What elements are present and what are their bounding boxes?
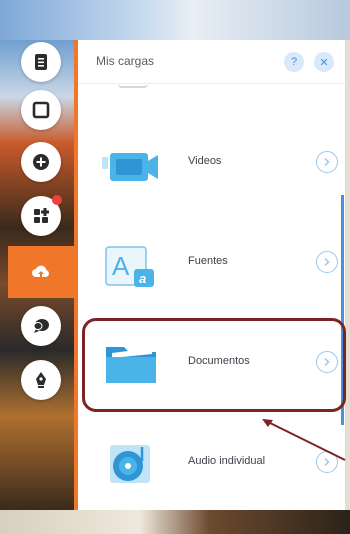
list-item-documentos[interactable]: Documentos — [78, 313, 345, 413]
pen-icon — [36, 372, 46, 388]
chevron-right-icon[interactable] — [316, 251, 338, 273]
tool-chat[interactable] — [21, 306, 61, 346]
square-icon — [32, 101, 50, 119]
svg-text:a: a — [139, 271, 146, 286]
panel-scrollbar[interactable] — [341, 195, 344, 425]
item-label-documentos: Documentos — [188, 355, 250, 367]
list-item-fuentes[interactable]: A a Fuentes — [78, 213, 345, 313]
chevron-right-icon[interactable] — [316, 151, 338, 173]
help-button[interactable]: ? — [284, 52, 304, 72]
left-toolbar — [8, 34, 74, 504]
panel-header: Mis cargas ? ✕ — [78, 40, 345, 84]
background-right — [345, 40, 350, 510]
uploads-panel: Mis cargas ? ✕ Videos A a Fuentes Docume… — [78, 40, 345, 510]
notification-badge — [52, 195, 62, 205]
chat-icon — [33, 319, 49, 333]
list-item-videos[interactable]: Videos — [78, 113, 345, 213]
item-label-videos: Videos — [188, 155, 222, 167]
tool-add[interactable] — [21, 142, 61, 182]
help-icon: ? — [290, 56, 298, 68]
tool-pen[interactable] — [21, 360, 61, 400]
folder-icon — [102, 333, 164, 389]
tool-square[interactable] — [21, 90, 61, 130]
item-label-fuentes: Fuentes — [188, 255, 228, 267]
chevron-right-icon[interactable] — [316, 451, 338, 473]
video-camera-icon — [102, 133, 164, 189]
document-icon — [35, 54, 47, 70]
add-icon — [33, 154, 49, 170]
close-button[interactable]: ✕ — [314, 52, 334, 72]
previous-item-edge — [118, 84, 148, 88]
svg-text:A: A — [112, 251, 130, 281]
list-item-audio-individual[interactable]: Audio individual — [78, 413, 345, 513]
music-disc-icon — [102, 433, 164, 489]
item-label-audio-individual: Audio individual — [188, 455, 266, 467]
tool-apps[interactable] — [21, 195, 62, 236]
close-icon: ✕ — [319, 56, 329, 69]
chevron-right-icon[interactable] — [316, 351, 338, 373]
cloud-upload-icon — [32, 265, 49, 277]
apps-icon — [34, 208, 49, 223]
background-bottom — [0, 510, 350, 534]
tool-document[interactable] — [21, 42, 61, 82]
font-icon: A a — [102, 233, 164, 289]
panel-title: Mis cargas — [96, 54, 155, 68]
tool-uploads[interactable] — [8, 246, 74, 298]
